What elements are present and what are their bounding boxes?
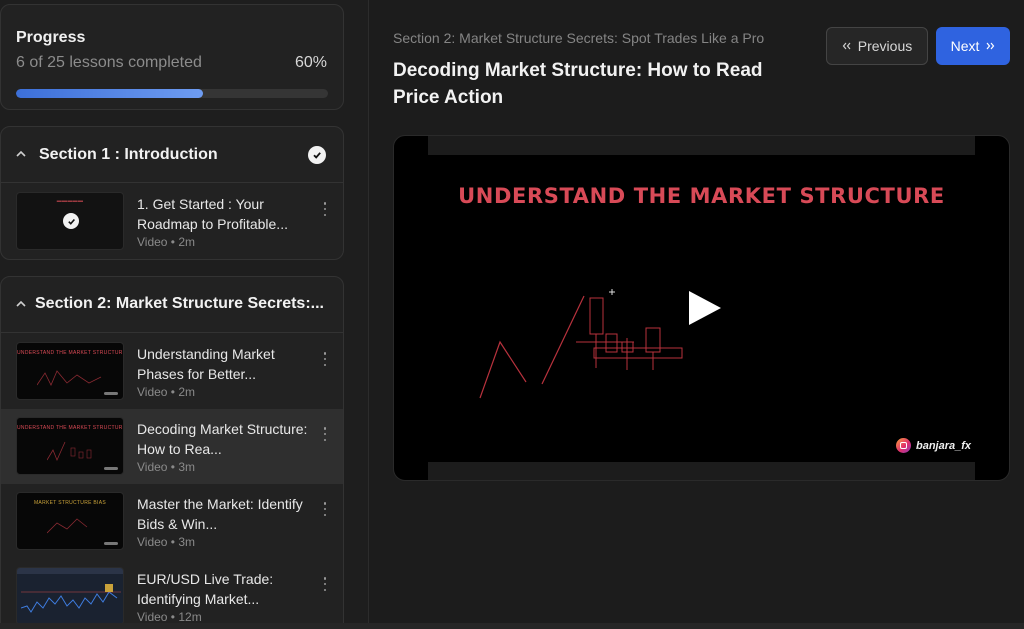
market-structure-illustration [479, 289, 683, 399]
chevrons-left-icon [842, 42, 851, 50]
lesson-thumbnail [16, 567, 124, 625]
progress-summary: 6 of 25 lessons completed [16, 54, 202, 71]
watermark-text: banjara_fx [916, 439, 972, 452]
section-2-header[interactable]: Section 2: Market Structure Secrets:... [1, 277, 343, 333]
lesson-meta: Video • 3m [137, 460, 196, 474]
video-heading: UNDERSTAND THE MARKET STRUCTURE [458, 184, 945, 208]
lesson-meta: Video • 12m [137, 610, 202, 624]
next-button[interactable]: Next [936, 27, 1010, 65]
more-options-icon[interactable] [323, 352, 327, 366]
progress-card: Progress 6 of 25 lessons completed 60% [0, 4, 344, 110]
check-circle-icon [63, 213, 79, 229]
lesson-title: Master the Market: Identify Bids & Win..… [137, 496, 303, 532]
progress-percent: 60% [294, 54, 327, 71]
lesson-thumbnail: UNDERSTAND THE MARKET STRUCTURE [16, 342, 124, 400]
play-icon[interactable] [684, 288, 724, 328]
lesson-meta: Video • 2m [137, 235, 196, 249]
lesson-meta: Video • 2m [137, 385, 196, 399]
section-2-title: Section 2: Market Structure Secrets:... [35, 295, 324, 312]
section-1-header[interactable]: Section 1 : Introduction [1, 127, 343, 183]
video-player[interactable]: UNDERSTAND THE MARKET STRUCTURE banjara_… [393, 135, 1010, 481]
lesson-title: 1. Get Started : Your Roadmap to Profita… [137, 196, 288, 232]
chevron-up-icon [15, 298, 27, 310]
lesson-title: Understanding Market Phases for Better..… [137, 346, 275, 382]
lesson-item[interactable]: UNDERSTAND THE MARKET STRUCTURE Understa… [1, 334, 343, 409]
lesson-title: Decoding Market Structure: How to Rea... [137, 421, 308, 457]
lesson-item-active[interactable]: UNDERSTAND THE MARKET STRUCTURE Decoding… [1, 409, 343, 484]
lesson-item[interactable]: MARKET STRUCTURE BIAS Master the Market:… [1, 484, 343, 559]
more-options-icon[interactable] [323, 202, 327, 216]
check-circle-icon [308, 146, 326, 164]
lesson-thumbnail: ▬▬▬▬▬ [16, 192, 124, 250]
course-sidebar: Progress 6 of 25 lessons completed 60% S… [0, 0, 369, 629]
chevrons-right-icon [986, 42, 995, 50]
next-label: Next [950, 38, 980, 54]
progress-title: Progress [16, 29, 86, 46]
chevron-up-icon [15, 148, 27, 160]
section-1: Section 1 : Introduction ▬▬▬▬▬ 1. Get St… [0, 126, 344, 260]
lesson-item[interactable]: ▬▬▬▬▬ 1. Get Started : Your Roadmap to P… [1, 184, 343, 259]
instagram-icon [896, 438, 911, 453]
section-1-title: Section 1 : Introduction [39, 146, 218, 163]
progress-bar [16, 89, 328, 98]
lesson-thumbnail: UNDERSTAND THE MARKET STRUCTURE [16, 417, 124, 475]
more-options-icon[interactable] [323, 427, 327, 441]
previous-button[interactable]: Previous [826, 27, 928, 65]
section-2: Section 2: Market Structure Secrets:... … [0, 276, 344, 629]
more-options-icon[interactable] [323, 577, 327, 591]
page-title: Decoding Market Structure: How to Read P… [393, 60, 763, 108]
lesson-item[interactable]: EUR/USD Live Trade: Identifying Market..… [1, 559, 343, 629]
more-options-icon[interactable] [323, 502, 327, 516]
progress-bar-fill [16, 89, 204, 98]
breadcrumb[interactable]: Section 2: Market Structure Secrets: Spo… [393, 30, 764, 46]
previous-label: Previous [857, 38, 913, 54]
lesson-thumbnail: MARKET STRUCTURE BIAS [16, 492, 124, 550]
lesson-title: EUR/USD Live Trade: Identifying Market..… [137, 571, 274, 607]
channel-watermark: banjara_fx [896, 438, 971, 453]
lesson-meta: Video • 3m [137, 535, 196, 549]
